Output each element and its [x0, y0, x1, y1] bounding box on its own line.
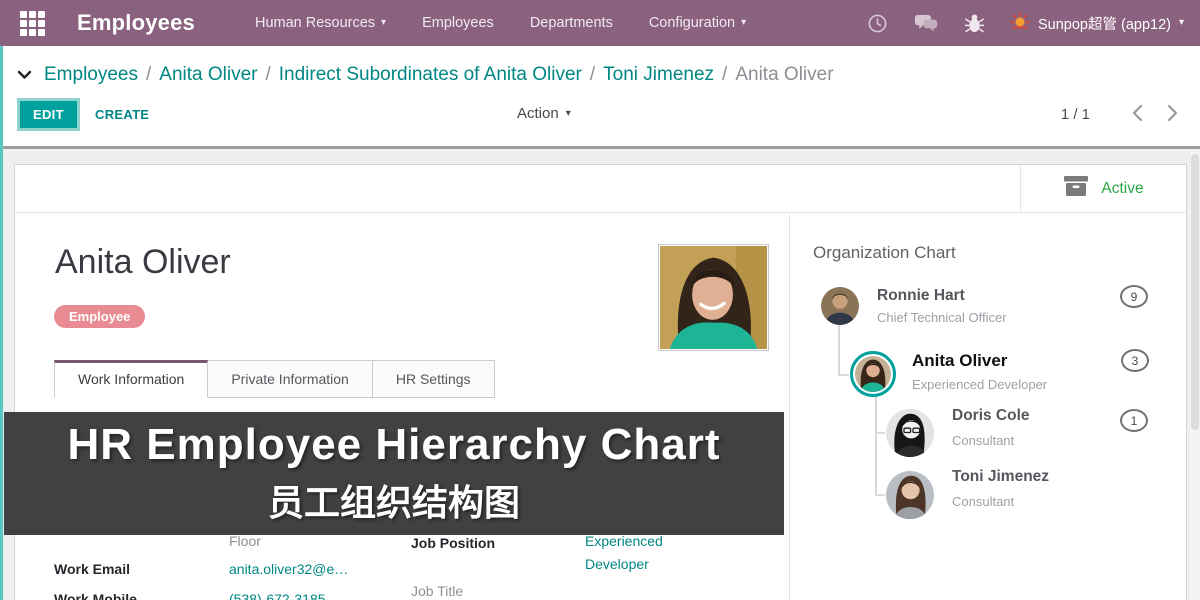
main-menu: Human Resources ▾ Employees Departments … — [255, 15, 746, 31]
create-button[interactable]: CREATE — [95, 107, 149, 122]
menu-human-resources[interactable]: Human Resources ▾ — [255, 15, 386, 31]
org-avatar-anita-oliver[interactable] — [850, 351, 896, 397]
app-brand-title: Employees — [77, 10, 195, 36]
vertical-scrollbar[interactable] — [1190, 152, 1200, 600]
debug-bug-icon[interactable] — [965, 13, 984, 34]
job-title-label: Job Title — [411, 583, 463, 599]
user-menu[interactable]: Sunpop超管 (app12) ▾ — [1010, 12, 1184, 34]
work-email-value[interactable]: anita.oliver32@e… — [229, 561, 348, 577]
org-node-title: Experienced Developer — [912, 377, 1047, 392]
breadcrumb-current: Anita Oliver — [735, 64, 833, 85]
chevron-down-icon: ▾ — [566, 109, 571, 119]
company-sun-logo-icon — [1010, 12, 1030, 34]
form-orgchart-divider — [789, 214, 790, 600]
breadcrumb-separator: / — [146, 64, 151, 85]
expand-chevron-icon[interactable] — [17, 70, 32, 80]
form-statusbar: Active — [15, 165, 1186, 213]
menu-label: Employees — [422, 15, 494, 31]
org-avatar-toni-jimenez[interactable] — [886, 471, 934, 519]
pager-next-icon[interactable] — [1167, 104, 1178, 122]
apps-menu-button[interactable] — [20, 11, 45, 36]
org-node-name[interactable]: Anita Oliver — [912, 351, 1007, 371]
work-mobile-value[interactable]: (538)-672-3185 — [229, 591, 326, 600]
user-name-label: Sunpop超管 (app12) — [1038, 13, 1171, 34]
breadcrumb-link-indirect-subordinates[interactable]: Indirect Subordinates of Anita Oliver — [279, 64, 582, 85]
org-avatar-ronnie-hart[interactable] — [821, 287, 859, 325]
navbar-right: Sunpop超管 (app12) ▾ — [867, 12, 1184, 34]
breadcrumb-separator: / — [722, 64, 727, 85]
org-node-badge[interactable]: 1 — [1120, 409, 1148, 432]
tab-work-information[interactable]: Work Information — [54, 360, 208, 398]
form-tabs: Work Information Private Information HR … — [54, 360, 495, 398]
pager-count: 1 / 1 — [1061, 106, 1090, 123]
activities-clock-icon[interactable] — [867, 13, 888, 34]
org-node-name[interactable]: Ronnie Hart — [877, 287, 965, 305]
control-buttons-row: EDIT CREATE Action ▾ 1 / 1 — [17, 98, 1186, 138]
org-node-title: Chief Technical Officer — [877, 310, 1007, 325]
menu-employees[interactable]: Employees — [422, 15, 494, 31]
work-mobile-label: Work Mobile — [54, 591, 137, 600]
breadcrumb: Employees / Anita Oliver / Indirect Subordin… — [17, 64, 834, 86]
work-email-label: Work Email — [54, 561, 130, 577]
edit-button[interactable]: EDIT — [17, 98, 80, 131]
menu-configuration[interactable]: Configuration ▾ — [649, 15, 746, 31]
org-node-title: Consultant — [952, 433, 1014, 448]
job-position-label: Job Position — [411, 535, 495, 551]
menu-label: Human Resources — [255, 15, 375, 31]
breadcrumb-separator: / — [590, 64, 595, 85]
employee-photo[interactable] — [658, 244, 769, 351]
menu-departments[interactable]: Departments — [530, 15, 613, 31]
org-node-name[interactable]: Doris Cole — [952, 407, 1030, 425]
job-position-value-line1[interactable]: Experienced — [585, 533, 663, 549]
banner-title-en: HR Employee Hierarchy Chart — [68, 421, 721, 469]
breadcrumb-separator: / — [265, 64, 270, 85]
breadcrumb-link-anita-oliver[interactable]: Anita Oliver — [159, 64, 257, 85]
breadcrumb-link-employees[interactable]: Employees — [44, 64, 138, 85]
chevron-down-icon: ▾ — [1179, 18, 1184, 28]
employee-category-tag[interactable]: Employee — [54, 305, 145, 328]
archive-box-icon — [1063, 175, 1089, 202]
breadcrumb-link-toni-jimenez[interactable]: Toni Jimenez — [603, 64, 714, 85]
banner-title-zh: 员工组织结构图 — [268, 474, 520, 526]
hierarchy-chart-banner: HR Employee Hierarchy Chart 员工组织结构图 — [4, 412, 784, 535]
active-stat-button[interactable]: Active — [1020, 165, 1186, 212]
left-edge-accent — [0, 46, 3, 600]
scrollbar-thumb[interactable] — [1191, 154, 1199, 430]
org-node-name[interactable]: Toni Jimenez — [952, 468, 1049, 486]
apps-grid-icon — [20, 11, 45, 36]
messages-chat-icon[interactable] — [914, 13, 939, 34]
menu-label: Configuration — [649, 15, 735, 31]
action-label: Action — [517, 105, 559, 122]
work-address-floor-text: Floor — [229, 533, 261, 549]
top-navbar: Employees Human Resources ▾ Employees De… — [0, 0, 1200, 46]
org-node-title: Consultant — [952, 494, 1014, 509]
tab-private-information[interactable]: Private Information — [208, 360, 373, 398]
app-window: Employees Human Resources ▾ Employees De… — [0, 0, 1200, 600]
chevron-down-icon: ▾ — [741, 18, 746, 28]
tab-hr-settings[interactable]: HR Settings — [373, 360, 495, 398]
org-node-badge[interactable]: 3 — [1121, 349, 1149, 372]
org-node-badge[interactable]: 9 — [1120, 285, 1148, 308]
active-stat-label: Active — [1101, 180, 1143, 198]
pager-previous-icon[interactable] — [1132, 104, 1143, 122]
menu-label: Departments — [530, 15, 613, 31]
org-chart-title: Organization Chart — [813, 243, 956, 263]
org-avatar-doris-cole[interactable] — [886, 409, 934, 457]
action-dropdown[interactable]: Action ▾ — [517, 105, 571, 122]
job-position-value-line2[interactable]: Developer — [585, 556, 649, 572]
chevron-down-icon: ▾ — [381, 18, 386, 28]
employee-name-title: Anita Oliver — [55, 243, 231, 282]
control-panel: Employees / Anita Oliver / Indirect Subordin… — [3, 46, 1200, 149]
